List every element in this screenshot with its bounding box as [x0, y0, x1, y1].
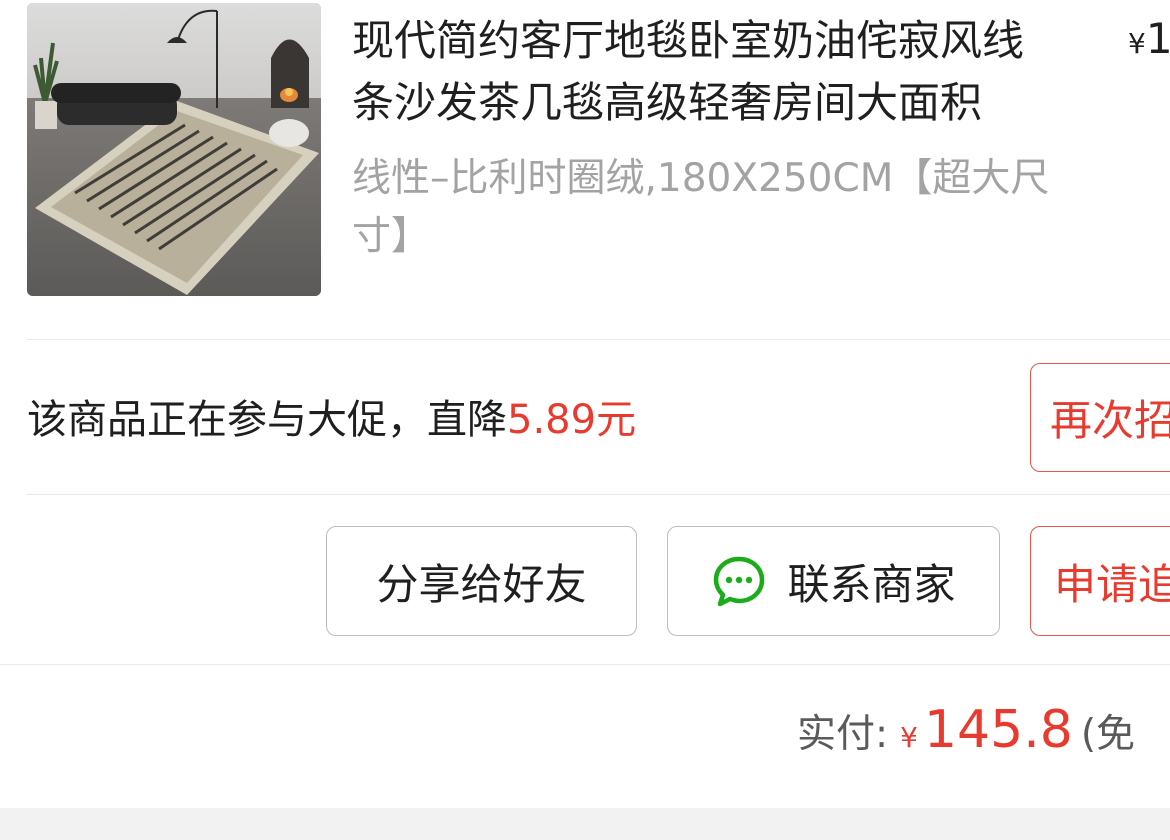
paid-amount: 145.8 [923, 700, 1073, 760]
shipping-note: (免 [1080, 712, 1136, 757]
product-title[interactable]: 现代简约客厅地毯卧室奶油侘寂风线条沙发茶几毯高级轻奢房间大面积 [352, 10, 1064, 134]
paid-amount-row: 实付: ¥ 145.8 (免 [797, 700, 1135, 760]
apply-button-label: 申请追 [1054, 559, 1170, 609]
share-to-friend-button[interactable]: 分享给好友 [326, 526, 637, 636]
promo-text: 该商品正在参与大促，直降 [27, 397, 507, 443]
paid-currency: ¥ [900, 721, 918, 754]
rebuy-button-label: 再次招 [1050, 396, 1170, 445]
divider [27, 494, 1170, 495]
contact-merchant-button[interactable]: 联系商家 [667, 526, 1000, 636]
divider [27, 339, 1170, 340]
bottom-separator-band [0, 808, 1170, 840]
apply-button[interactable]: 申请追 [1030, 526, 1170, 636]
rebuy-button[interactable]: 再次招 [1030, 363, 1170, 472]
unit-price-currency: ¥ [1128, 27, 1146, 60]
wechat-chat-icon [711, 553, 767, 609]
paid-label: 实付: [797, 712, 889, 757]
share-button-label: 分享给好友 [376, 559, 587, 609]
divider [0, 664, 1170, 665]
product-spec: 线性–比利时圈绒,180X250CM【超大尺寸】 [352, 156, 1050, 259]
unit-price-value: 1 [1145, 14, 1170, 63]
promo-discount-amount: 5.89元 [507, 397, 637, 443]
rug-room-photo [27, 3, 321, 296]
contact-button-label: 联系商家 [787, 559, 956, 609]
product-thumbnail[interactable] [27, 3, 321, 296]
unit-price: ¥1 [1128, 14, 1170, 63]
promo-message: 该商品正在参与大促，直降5.89元 [27, 390, 636, 450]
